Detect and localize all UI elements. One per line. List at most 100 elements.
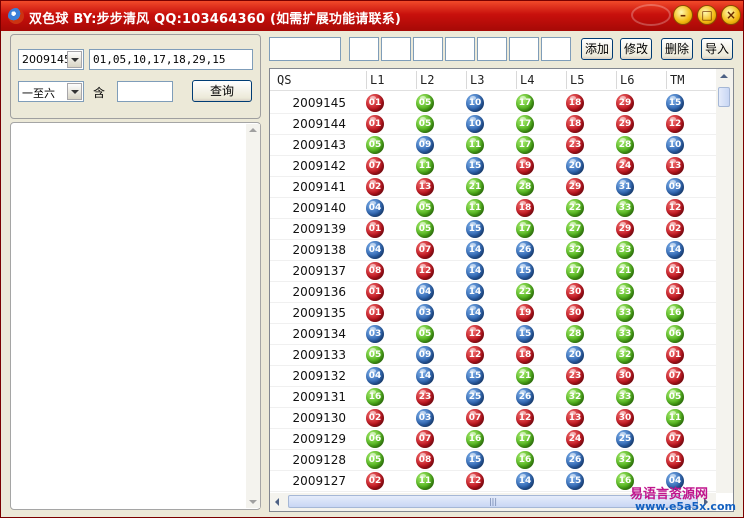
lottery-ball: 13 bbox=[416, 178, 434, 196]
ball-entry-2[interactable] bbox=[381, 37, 411, 61]
issue-number: 2009128 bbox=[292, 453, 346, 467]
issue-entry[interactable] bbox=[269, 37, 341, 61]
table-row[interactable]: 2009139 01 05 15 17 27 29 02 bbox=[270, 219, 716, 240]
ball-entry-3[interactable] bbox=[413, 37, 443, 61]
lottery-ball: 17 bbox=[566, 262, 584, 280]
table-row[interactable]: 2009132 04 14 15 21 23 30 07 bbox=[270, 366, 716, 387]
range-select[interactable]: 一至六 bbox=[18, 81, 84, 102]
table-row[interactable]: 2009137 08 12 14 15 17 21 01 bbox=[270, 261, 716, 282]
scroll-thumb[interactable] bbox=[718, 87, 730, 107]
table-row[interactable]: 2009143 05 09 11 17 23 28 10 bbox=[270, 135, 716, 156]
lottery-ball: 20 bbox=[566, 157, 584, 175]
delete-button[interactable]: 删除 bbox=[661, 38, 693, 60]
lottery-ball: 10 bbox=[466, 94, 484, 112]
lottery-ball: 18 bbox=[516, 199, 534, 217]
add-button[interactable]: 添加 bbox=[581, 38, 613, 60]
table-row[interactable]: 2009142 07 11 15 19 20 24 13 bbox=[270, 156, 716, 177]
table-row[interactable]: 2009138 04 07 14 26 32 33 14 bbox=[270, 240, 716, 261]
lottery-ball: 28 bbox=[566, 325, 584, 343]
table-row[interactable]: 2009133 05 09 12 18 20 32 01 bbox=[270, 345, 716, 366]
issue-number: 2009140 bbox=[292, 201, 346, 215]
table-row[interactable]: 2009136 01 04 14 22 30 33 01 bbox=[270, 282, 716, 303]
lottery-ball: 05 bbox=[416, 199, 434, 217]
lottery-ball: 04 bbox=[366, 241, 384, 259]
chevron-down-icon[interactable] bbox=[67, 51, 82, 68]
column-header-l5[interactable]: L5 bbox=[570, 73, 584, 87]
column-header-l4[interactable]: L4 bbox=[520, 73, 534, 87]
lottery-ball: 23 bbox=[566, 136, 584, 154]
table-row[interactable]: 2009135 01 03 14 19 30 33 16 bbox=[270, 303, 716, 324]
edit-button[interactable]: 修改 bbox=[620, 38, 652, 60]
draw-history-table[interactable]: QS L1 L2 L3 L4 L5 L6 TM 2009145 01 05 10 17 1… bbox=[269, 68, 734, 512]
issue-number: 2009129 bbox=[292, 432, 346, 446]
result-list[interactable] bbox=[10, 122, 261, 510]
table-row[interactable]: 2009128 05 08 15 16 26 32 01 bbox=[270, 450, 716, 471]
lottery-ball: 32 bbox=[616, 451, 634, 469]
special-ball: 15 bbox=[666, 94, 684, 112]
ball-entry-tm[interactable] bbox=[541, 37, 571, 61]
lottery-ball: 32 bbox=[566, 388, 584, 406]
contains-input[interactable] bbox=[117, 81, 173, 102]
table-row[interactable]: 2009131 16 23 25 26 32 33 05 bbox=[270, 387, 716, 408]
table-row[interactable]: 2009134 03 05 12 15 28 33 06 bbox=[270, 324, 716, 345]
minimize-button[interactable]: – bbox=[673, 5, 693, 25]
import-button[interactable]: 导入 bbox=[701, 38, 733, 60]
lottery-ball: 31 bbox=[616, 178, 634, 196]
lottery-ball: 15 bbox=[466, 157, 484, 175]
lottery-ball: 23 bbox=[566, 367, 584, 385]
lottery-ball: 29 bbox=[616, 94, 634, 112]
issue-number: 2009141 bbox=[292, 180, 346, 194]
lottery-ball: 19 bbox=[516, 304, 534, 322]
lottery-ball: 05 bbox=[416, 115, 434, 133]
lottery-ball: 14 bbox=[466, 241, 484, 259]
chevron-down-icon[interactable] bbox=[67, 83, 82, 100]
table-header: QS L1 L2 L3 L4 L5 L6 TM bbox=[270, 69, 716, 91]
lottery-ball: 17 bbox=[516, 94, 534, 112]
scroll-up-icon[interactable] bbox=[720, 74, 728, 78]
table-row[interactable]: 2009144 01 05 10 17 18 29 12 bbox=[270, 114, 716, 135]
ball-entry-5[interactable] bbox=[477, 37, 507, 61]
table-row[interactable]: 2009140 04 05 11 18 22 33 12 bbox=[270, 198, 716, 219]
ball-entry-6[interactable] bbox=[509, 37, 539, 61]
issue-select[interactable]: 2009145 bbox=[18, 49, 84, 70]
lottery-ball: 08 bbox=[416, 451, 434, 469]
ball-entry-1[interactable] bbox=[349, 37, 379, 61]
table-row[interactable]: 2009129 06 07 16 17 24 25 07 bbox=[270, 429, 716, 450]
lottery-ball: 19 bbox=[516, 157, 534, 175]
lottery-ball: 29 bbox=[616, 220, 634, 238]
issue-number: 2009127 bbox=[292, 474, 346, 488]
column-header-l6[interactable]: L6 bbox=[620, 73, 634, 87]
lottery-ball: 26 bbox=[566, 451, 584, 469]
lottery-ball: 30 bbox=[566, 304, 584, 322]
numbers-input[interactable]: 01,05,10,17,18,29,15 bbox=[89, 49, 253, 70]
ball-entry-4[interactable] bbox=[445, 37, 475, 61]
lottery-ball: 30 bbox=[566, 283, 584, 301]
table-row[interactable]: 2009145 01 05 10 17 18 29 15 bbox=[270, 93, 716, 114]
lottery-ball: 11 bbox=[466, 136, 484, 154]
lottery-ball: 17 bbox=[516, 115, 534, 133]
scroll-down-icon[interactable] bbox=[249, 500, 257, 504]
scroll-left-icon[interactable] bbox=[275, 498, 279, 506]
column-header-l3[interactable]: L3 bbox=[470, 73, 484, 87]
title-bar[interactable]: 双色球 BY:步步清风 QQ:103464360 (如需扩展功能请联系) – □… bbox=[1, 1, 743, 31]
issue-number: 2009135 bbox=[292, 306, 346, 320]
table-row[interactable]: 2009141 02 13 21 28 29 31 09 bbox=[270, 177, 716, 198]
query-button[interactable]: 查询 bbox=[192, 80, 252, 102]
close-button[interactable]: × bbox=[721, 5, 741, 25]
column-header-tm[interactable]: TM bbox=[670, 73, 684, 87]
lottery-ball: 33 bbox=[616, 199, 634, 217]
lottery-ball: 29 bbox=[616, 115, 634, 133]
lottery-ball: 14 bbox=[516, 472, 534, 490]
column-header-l1[interactable]: L1 bbox=[370, 73, 384, 87]
column-header-l2[interactable]: L2 bbox=[420, 73, 434, 87]
column-header-qs[interactable]: QS bbox=[277, 73, 291, 87]
result-list-scrollbar[interactable] bbox=[246, 124, 260, 508]
issue-number: 2009143 bbox=[292, 138, 346, 152]
lottery-ball: 08 bbox=[366, 262, 384, 280]
lottery-ball: 16 bbox=[366, 388, 384, 406]
table-vertical-scrollbar[interactable] bbox=[716, 69, 733, 493]
table-row[interactable]: 2009130 02 03 07 12 13 30 11 bbox=[270, 408, 716, 429]
maximize-button[interactable]: □ bbox=[697, 5, 717, 25]
scroll-up-icon[interactable] bbox=[249, 128, 257, 132]
contains-label: 含 bbox=[93, 86, 106, 100]
